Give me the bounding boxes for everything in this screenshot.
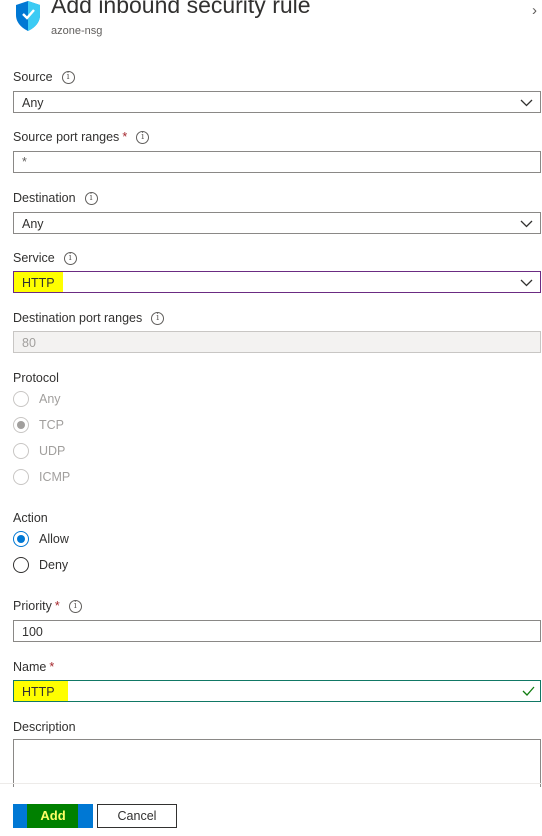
footer-divider [0,783,542,784]
info-icon[interactable]: i [68,599,82,613]
service-dropdown[interactable]: HTTP [13,271,541,293]
source-port-ranges-input[interactable]: * [13,151,541,173]
page-subtitle: azone-nsg [51,25,103,37]
info-icon[interactable]: i [63,251,77,265]
priority-label: Priority * i [13,599,82,613]
info-icon[interactable]: i [151,311,165,325]
add-button-label: Add [40,808,66,823]
name-input[interactable]: HTTP [13,680,541,702]
destination-value: Any [22,217,44,231]
radio-button [13,469,29,485]
info-icon[interactable]: i [136,130,150,144]
source-label: Source i [13,70,75,84]
source-port-ranges-value: * [22,155,27,169]
cancel-button-label: Cancel [117,809,157,823]
destination-port-ranges-value: 80 [22,336,36,350]
action-option-deny[interactable]: Deny [13,557,68,573]
cancel-button[interactable]: Cancel [97,804,177,828]
description-textarea[interactable] [13,739,541,787]
security-shield-icon [16,1,40,31]
radio-button [13,391,29,407]
source-dropdown[interactable]: Any [13,91,541,113]
action-option-allow[interactable]: Allow [13,531,69,547]
chevron-down-icon [520,99,533,107]
source-port-ranges-label: Source port ranges * i [13,130,150,144]
radio-button[interactable] [13,557,29,573]
chevron-down-icon [520,279,533,287]
checkmark-icon [522,686,535,696]
name-label: Name * [13,660,55,674]
page-title: Add inbound security rule [51,0,311,18]
priority-input[interactable]: 100 [13,620,541,642]
chevron-right-icon[interactable]: › [532,2,537,19]
add-button[interactable]: Add [13,804,93,828]
name-value: HTTP [22,685,55,699]
radio-button [13,443,29,459]
chevron-down-icon [520,220,533,228]
protocol-option-tcp: TCP [13,417,64,433]
destination-port-ranges-label: Destination port ranges i [13,311,165,325]
info-icon[interactable]: i [61,70,75,84]
description-label: Description [13,720,76,734]
radio-button [13,417,29,433]
protocol-option-udp: UDP [13,443,65,459]
source-value: Any [22,96,44,110]
destination-dropdown[interactable]: Any [13,212,541,234]
service-value: HTTP [22,276,55,290]
service-label: Service i [13,251,77,265]
action-label: Action [13,511,48,525]
info-icon[interactable]: i [84,191,98,205]
protocol-label: Protocol [13,371,59,385]
priority-value: 100 [22,625,43,639]
protocol-option-icmp: ICMP [13,469,70,485]
destination-port-ranges-input: 80 [13,331,541,353]
protocol-option-any: Any [13,391,61,407]
destination-label: Destination i [13,191,98,205]
radio-button[interactable] [13,531,29,547]
